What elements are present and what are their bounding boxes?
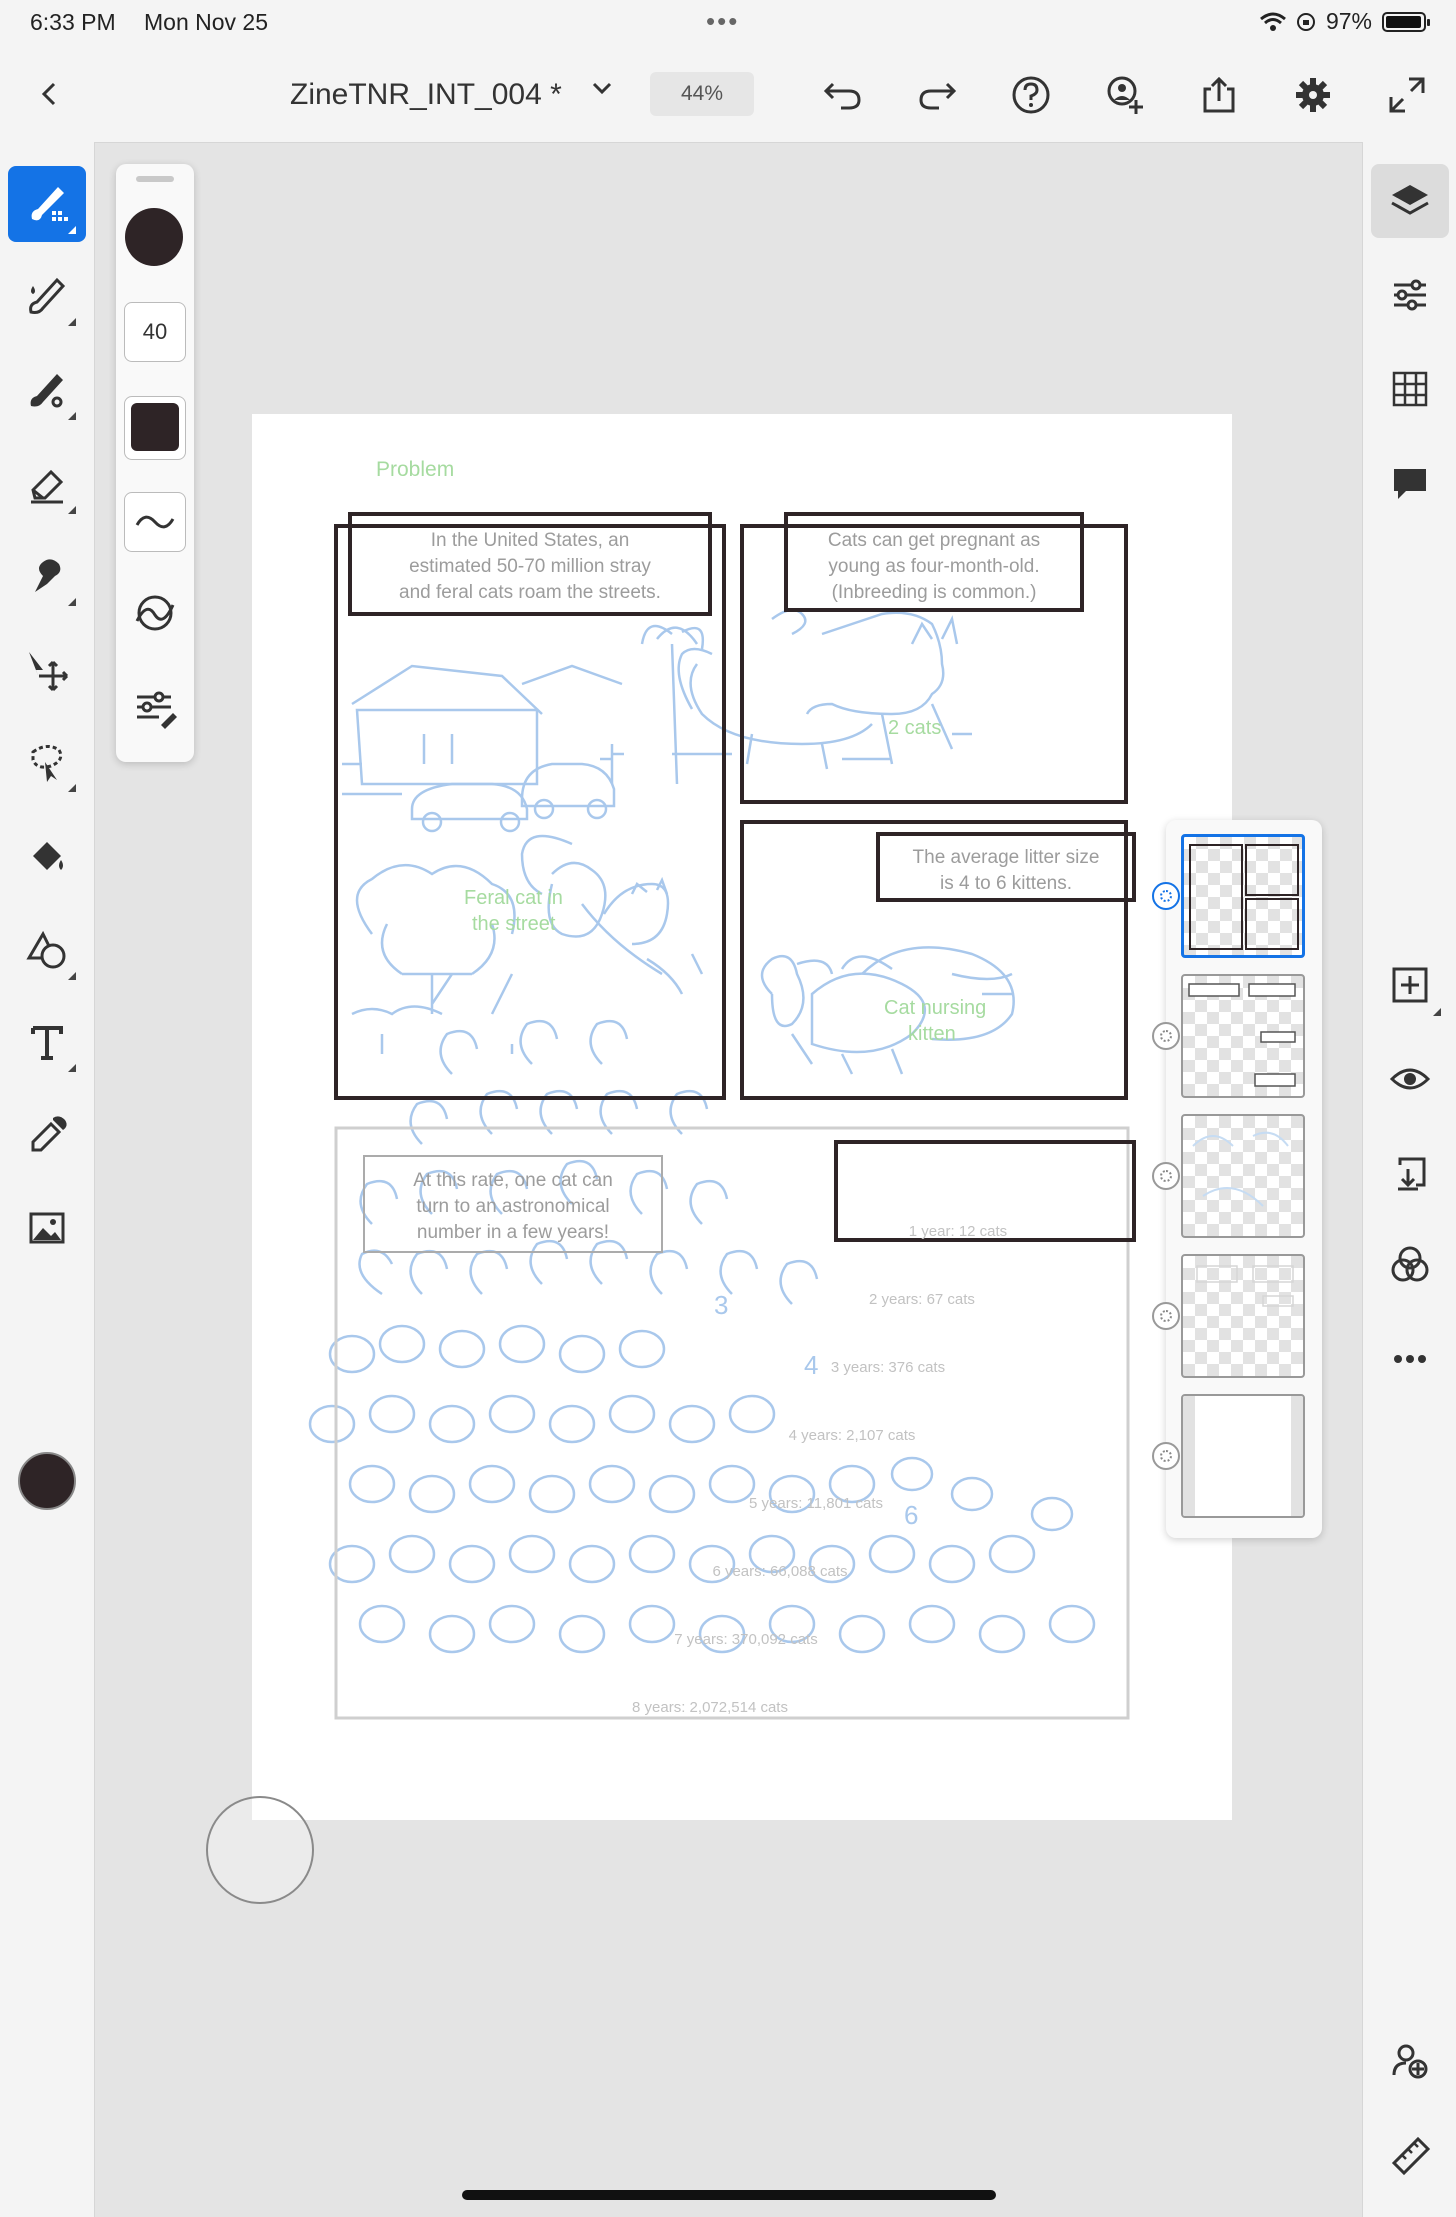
visibility-icon[interactable] (1371, 1042, 1449, 1116)
home-indicator[interactable] (462, 2190, 996, 2200)
layer-handle-5-icon[interactable] (1152, 1442, 1180, 1470)
zoom-level[interactable]: 44% (650, 72, 754, 116)
layer-thumbnail-1[interactable] (1181, 834, 1305, 958)
growth-year-4: 4 years: 2,107 cats (789, 1427, 916, 1444)
canvas-artwork: 3 4 6 Problem 2 cats Feral cat in the st… (308, 458, 1136, 1720)
document-title[interactable]: ZineTNR_INT_004 * (290, 78, 562, 112)
help-icon[interactable] (1006, 70, 1056, 120)
panel-4-note-line-2: kitten (908, 1023, 956, 1045)
sketch-number-4: 4 (804, 1350, 818, 1380)
pressure-icon[interactable] (130, 588, 180, 638)
panel-3-note-line-2: the street (472, 913, 556, 935)
redo-icon[interactable] (912, 70, 962, 120)
status-date: Mon Nov 25 (144, 9, 269, 35)
panel-2-text-line-1: Cats can get pregnant as (828, 530, 1040, 551)
layer-thumbnail-3[interactable] (1181, 1114, 1305, 1238)
multitasking-dots-icon[interactable]: ••• (706, 6, 739, 37)
more-icon[interactable] (1371, 1322, 1449, 1396)
back-chevron-icon[interactable] (30, 74, 70, 114)
image-icon[interactable] (8, 1190, 86, 1266)
layer-handle-2-icon[interactable] (1152, 1022, 1180, 1050)
growth-year-1: 1 year: 12 cats (909, 1223, 1007, 1240)
panel-5-text-line-3: number in a few years! (417, 1222, 609, 1243)
blend-icon[interactable] (1371, 1228, 1449, 1302)
merge-icon[interactable] (1371, 1136, 1449, 1210)
panel-1-text-line-1: In the United States, an (431, 530, 630, 551)
settings-icon[interactable] (1288, 70, 1338, 120)
sketch-number-3: 3 (714, 1290, 728, 1320)
panel-2-note: 2 cats (888, 717, 941, 739)
add-layer-icon[interactable] (1371, 948, 1449, 1022)
shape-icon[interactable] (8, 912, 86, 988)
brush-preview[interactable] (125, 208, 183, 266)
share-icon[interactable] (1194, 70, 1244, 120)
panel-5-text-line-1: At this rate, one cat can (413, 1170, 613, 1191)
smudge-icon[interactable] (8, 538, 86, 614)
layer-handle-3-icon[interactable] (1152, 1162, 1180, 1190)
layer-thumbnail-2[interactable] (1181, 974, 1305, 1098)
right-toolbar (1362, 142, 1456, 2217)
panel-5-text-line-2: turn to an astronomical (416, 1196, 609, 1217)
layer-handle-1-icon[interactable] (1152, 882, 1180, 910)
document-menu-chevron-icon[interactable] (590, 76, 614, 107)
growth-year-6: 6 years: 66,088 cats (712, 1563, 847, 1580)
touch-modifier-button[interactable] (206, 1796, 314, 1904)
layers-panel (1152, 820, 1322, 1538)
brush-settings-icon[interactable] (130, 682, 180, 732)
wifi-icon (1259, 12, 1286, 31)
growth-year-5: 5 years: 11,801 cats (749, 1495, 883, 1512)
battery-icon (1382, 11, 1430, 32)
live-brush-icon[interactable] (8, 258, 86, 334)
panel-1-text-line-2: estimated 50-70 million stray (409, 556, 651, 577)
status-bar: 6:33 PM Mon Nov 25 ••• 97% (0, 0, 1456, 46)
brush-size-field[interactable]: 40 (124, 302, 186, 362)
invite-icon[interactable] (1100, 70, 1150, 120)
panel-3-note-line-1: Feral cat in (464, 887, 563, 909)
layer-thumbnail-4[interactable] (1181, 1254, 1305, 1378)
brush-settings-panel: 40 (116, 164, 194, 762)
pixel-brush-icon[interactable] (8, 166, 86, 242)
battery-percent: 97% (1325, 8, 1372, 34)
problem-label: Problem (376, 458, 454, 481)
growth-year-8: 8 years: 2,072,514 cats (632, 1699, 788, 1716)
vector-brush-icon[interactable] (8, 352, 86, 428)
panel-1-text-line-3: and feral cats roam the streets. (399, 582, 661, 603)
canvas-page[interactable]: 3 4 6 Problem 2 cats Feral cat in the st… (252, 414, 1232, 1820)
panel-4-text-line-1: The average litter size (913, 847, 1100, 868)
growth-year-7: 7 years: 370,092 cats (674, 1631, 817, 1648)
status-time: 6:33 PM (30, 9, 116, 35)
layer-thumbnail-5[interactable] (1181, 1394, 1305, 1518)
layer-handle-4-icon[interactable] (1152, 1302, 1180, 1330)
layers-icon[interactable] (1371, 164, 1449, 238)
smoothing-icon[interactable] (124, 492, 186, 552)
collab-icon[interactable] (1371, 2024, 1449, 2098)
panel-2-text-line-3: (Inbreeding is common.) (832, 582, 1037, 603)
ruler-icon[interactable] (1371, 2118, 1449, 2192)
panel-2-text-line-2: young as four-month-old. (828, 556, 1039, 577)
rotation-lock-icon (1296, 12, 1315, 31)
current-color-swatch[interactable] (18, 1452, 76, 1510)
eraser-icon[interactable] (8, 446, 86, 522)
adjustments-icon[interactable] (1371, 258, 1449, 332)
sketch-lines (308, 608, 1096, 1654)
fill-icon[interactable] (8, 818, 86, 894)
fullscreen-icon[interactable] (1382, 70, 1432, 120)
selection-icon[interactable] (8, 724, 86, 800)
eyedropper-icon[interactable] (8, 1098, 86, 1174)
status-right: 97% (1259, 8, 1430, 35)
growth-year-2: 2 years: 67 cats (869, 1291, 975, 1308)
grid-icon[interactable] (1371, 352, 1449, 426)
sketch-number-6: 6 (904, 1500, 918, 1530)
app-toolbar: ZineTNR_INT_004 * 44% (0, 46, 1456, 143)
brush-color-swatch[interactable] (124, 396, 186, 460)
panel-4-text-line-2: is 4 to 6 kittens. (940, 873, 1072, 894)
panel-4-note-line-1: Cat nursing (884, 997, 986, 1019)
left-toolbar (0, 142, 95, 2217)
comments-icon[interactable] (1371, 446, 1449, 520)
transform-icon[interactable] (8, 632, 86, 708)
undo-icon[interactable] (818, 70, 868, 120)
panel-grip[interactable] (136, 176, 174, 182)
text-icon[interactable] (8, 1004, 86, 1080)
growth-year-3: 3 years: 376 cats (831, 1359, 945, 1376)
